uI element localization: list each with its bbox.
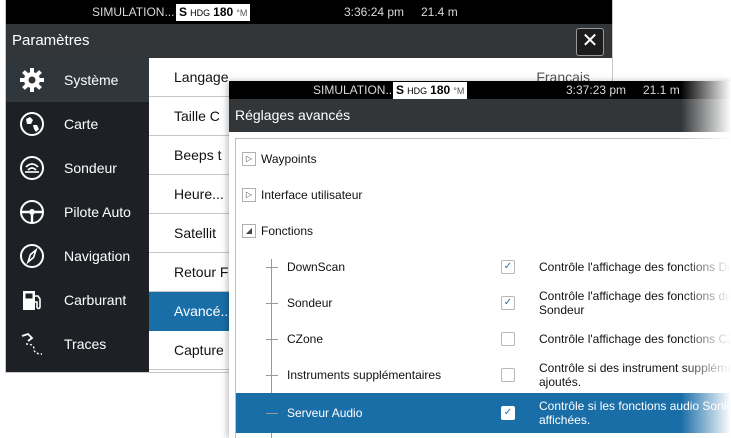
- tree-connector: [266, 339, 278, 340]
- simulation-indicator: SIMULATION...: [313, 83, 396, 97]
- feature-description: Contrôle l'affichage des fonctions DownS…: [539, 260, 731, 274]
- setting-label: Heure...: [174, 186, 224, 202]
- sidebar-item-label: Système: [64, 72, 119, 88]
- heading-unit: °M: [453, 86, 465, 96]
- heading-label: HDG: [190, 8, 211, 18]
- sidebar-item-systeme[interactable]: Système: [6, 58, 149, 102]
- heading-value: 180: [213, 5, 234, 19]
- settings-title-bar: Paramètres ✕: [6, 24, 612, 58]
- depth-readout: 21.1 m: [643, 83, 680, 97]
- sidebar-item-label: Traces: [64, 336, 107, 352]
- tree-connector: [266, 267, 278, 268]
- expand-arrow-icon[interactable]: ▷: [242, 152, 256, 166]
- sidebar-item-carte[interactable]: Carte: [6, 102, 149, 146]
- setting-label: Avancé...: [174, 303, 233, 319]
- dialog-title: Réglages avancés: [235, 107, 351, 123]
- compass-icon: [20, 244, 44, 268]
- sidebar-item-label: Navigation: [64, 248, 131, 264]
- setting-label: Beeps t: [174, 147, 222, 163]
- tree-node-waypoints[interactable]: ▷ Waypoints: [236, 141, 731, 177]
- tree-connector: [266, 375, 278, 376]
- setting-label: Retour F: [174, 264, 229, 280]
- heading-readout: S HDG 180 °M: [393, 82, 468, 99]
- setting-label: Satellit: [174, 225, 217, 241]
- feature-row-instruments-supplementaires[interactable]: Instruments supplémentaires Contrôle si …: [236, 357, 731, 393]
- setting-label: Taille C: [174, 108, 220, 124]
- close-icon: ✕: [581, 30, 599, 52]
- feature-checkbox[interactable]: ✓: [501, 406, 515, 420]
- feature-label: Instruments supplémentaires: [287, 368, 442, 382]
- tree-connector: [266, 303, 278, 304]
- sidebar-item-pilote-auto[interactable]: Pilote Auto: [6, 190, 149, 234]
- sidebar-item-label: Carte: [64, 116, 99, 132]
- feature-checkbox[interactable]: ✓: [501, 260, 515, 274]
- setting-label: Langage: [174, 69, 229, 85]
- sonar-icon: [20, 156, 44, 180]
- feature-description: Contrôle l'affichage des fonctions du So…: [539, 289, 731, 317]
- heading-unit: °M: [236, 8, 248, 18]
- tree-node-label: Fonctions: [261, 224, 314, 238]
- heading-s-marker: S: [179, 5, 188, 19]
- gear-icon: [20, 68, 44, 92]
- settings-sidebar: Système Carte Sondeur Pilote Auto Naviga…: [6, 58, 149, 372]
- status-bar: SIMULATION... S HDG 180 °M 3:36:24 pm 21…: [6, 0, 612, 24]
- feature-checkbox[interactable]: [501, 332, 515, 346]
- feature-label: DownScan: [287, 260, 346, 274]
- clock-time: 3:37:23 pm: [566, 83, 627, 97]
- heading-readout: S HDG 180 °M: [176, 4, 251, 21]
- feature-row-serveur-audio[interactable]: Serveur Audio ✓ Contrôle si les fonction…: [236, 393, 731, 433]
- feature-description: Contrôle si des instrument supplémentair…: [539, 361, 731, 389]
- heading-label: HDG: [407, 86, 428, 96]
- heading-s-marker: S: [396, 83, 405, 97]
- track-icon: [21, 332, 43, 355]
- feature-checkbox[interactable]: ✓: [501, 296, 515, 310]
- feature-checkbox[interactable]: [501, 368, 515, 382]
- sidebar-item-navigation[interactable]: Navigation: [6, 234, 149, 278]
- sidebar-item-traces[interactable]: Traces: [6, 322, 149, 366]
- advanced-settings-tree: ▷ Waypoints ▷ Interface utilisateur ◢ Fo…: [235, 138, 731, 438]
- feature-description: Contrôle l'affichage des fonctions CZone…: [539, 332, 731, 346]
- heading-value: 180: [430, 83, 451, 97]
- steering-wheel-icon: [20, 200, 44, 224]
- feature-label: Sondeur: [287, 296, 333, 310]
- sidebar-item-carburant[interactable]: Carburant: [6, 278, 149, 322]
- advanced-settings-window: SIMULATION... S HDG 180 °M 3:37:23 pm 21…: [229, 81, 731, 438]
- tree-node-label: Interface utilisateur: [261, 188, 363, 202]
- page-title: Paramètres: [12, 32, 90, 49]
- collapse-arrow-icon[interactable]: ◢: [242, 224, 256, 238]
- feature-label: CZone: [287, 332, 324, 346]
- sidebar-item-label: Sondeur: [64, 160, 117, 176]
- sidebar-item-label: Carburant: [64, 292, 127, 308]
- feature-label: Serveur Audio: [287, 406, 363, 420]
- feature-description: Contrôle si les fonctions audio SonicHub…: [539, 399, 731, 427]
- globe-icon: [20, 112, 44, 136]
- depth-readout: 21.4 m: [421, 5, 458, 19]
- close-button[interactable]: ✕: [576, 28, 604, 56]
- fuel-pump-icon: [23, 291, 41, 310]
- advanced-title-bar: Réglages avancés: [229, 99, 731, 132]
- feature-row-sondeur[interactable]: Sondeur ✓ Contrôle l'affichage des fonct…: [236, 285, 731, 321]
- status-bar: SIMULATION... S HDG 180 °M 3:37:23 pm 21…: [229, 81, 731, 99]
- sidebar-item-label: Pilote Auto: [64, 204, 131, 220]
- feature-row-downscan[interactable]: DownScan ✓ Contrôle l'affichage des fonc…: [236, 249, 731, 285]
- tree-node-fonctions[interactable]: ◢ Fonctions: [236, 213, 731, 249]
- tree-node-label: Waypoints: [261, 152, 317, 166]
- clock-time: 3:36:24 pm: [344, 5, 405, 19]
- simulation-indicator: SIMULATION...: [92, 5, 175, 19]
- expand-arrow-icon[interactable]: ▷: [242, 188, 256, 202]
- tree-node-interface-utilisateur[interactable]: ▷ Interface utilisateur: [236, 177, 731, 213]
- sidebar-item-sondeur[interactable]: Sondeur: [6, 146, 149, 190]
- feature-row-czone[interactable]: CZone Contrôle l'affichage des fonctions…: [236, 321, 731, 357]
- setting-label: A propos: [174, 358, 229, 372]
- tree-connector: [266, 413, 278, 414]
